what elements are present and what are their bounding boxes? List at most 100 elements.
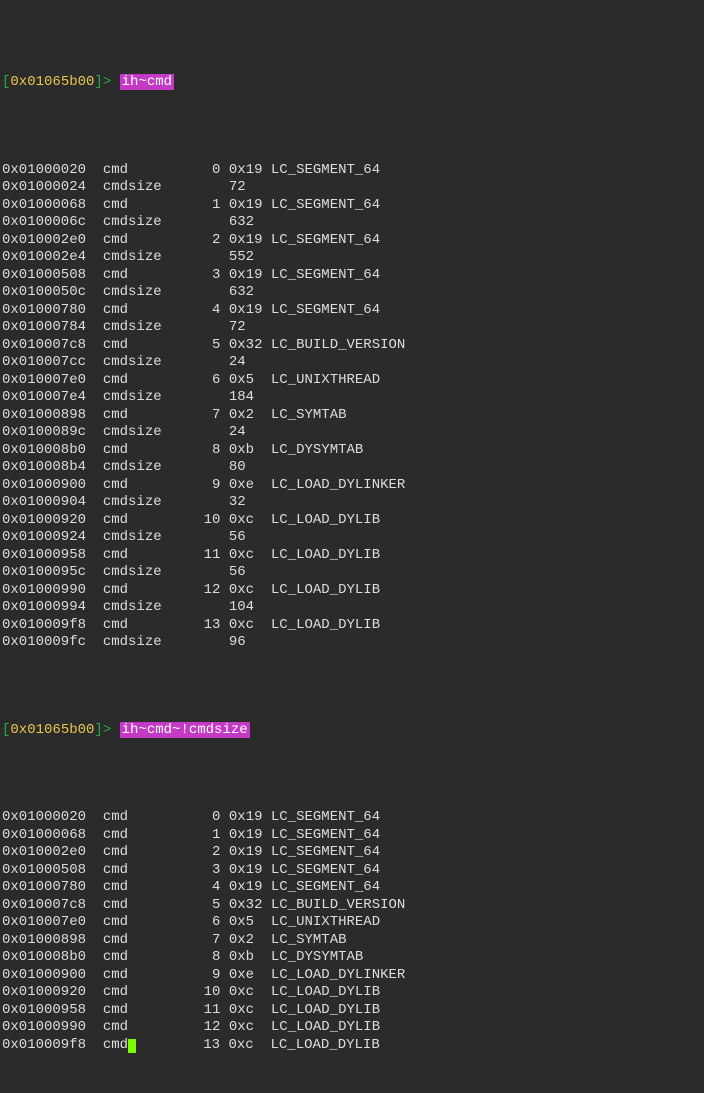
col-description: LC_LOAD_DYLINKER <box>271 477 405 493</box>
col-hex-value: 0x32 <box>229 337 263 353</box>
col-field-name: cmdsize <box>103 459 179 475</box>
col-field-name: cmd <box>103 477 179 493</box>
output-block-2: 0x01000020 cmd 0 0x19 LC_SEGMENT_64 0x010… <box>2 809 700 1054</box>
col-hex-value: 0x2 <box>229 407 263 423</box>
prompt-address: 0x01065b00 <box>10 74 94 90</box>
col-address: 0x01000958 <box>2 1002 86 1018</box>
col-description: LC_SYMTAB <box>271 407 347 423</box>
col-hex-value: 32 <box>229 494 263 510</box>
output-row: 0x01000508 cmd 3 0x19 LC_SEGMENT_64 <box>2 267 700 285</box>
col-index <box>178 389 220 405</box>
col-index: 5 <box>178 337 220 353</box>
col-address: 0x010009f8 <box>2 617 86 633</box>
output-row: 0x010007e0 cmd 6 0x5 LC_UNIXTHREAD <box>2 914 700 932</box>
col-address: 0x01000990 <box>2 1019 86 1035</box>
output-row: 0x010007cc cmdsize 24 <box>2 354 700 372</box>
output-row: 0x010007e0 cmd 6 0x5 LC_UNIXTHREAD <box>2 372 700 390</box>
prompt-line-1: [0x01065b00]> ih~cmd <box>2 74 700 92</box>
col-address: 0x01000958 <box>2 547 86 563</box>
col-address: 0x010008b0 <box>2 949 86 965</box>
col-index: 13 <box>178 617 220 633</box>
col-field-name: cmdsize <box>103 284 179 300</box>
col-hex-value: 0xc <box>228 1037 262 1053</box>
col-index: 6 <box>178 914 220 930</box>
col-hex-value: 0x19 <box>229 809 263 825</box>
col-field-name: cmdsize <box>103 249 179 265</box>
col-field-name: cmd <box>103 442 179 458</box>
col-field-name: cmd <box>103 547 179 563</box>
output-row: 0x01000994 cmdsize 104 <box>2 599 700 617</box>
col-description: LC_LOAD_DYLIB <box>271 1019 380 1035</box>
col-index <box>178 319 220 335</box>
col-description: LC_SEGMENT_64 <box>271 232 380 248</box>
col-hex-value: 0xc <box>229 547 263 563</box>
col-index: 7 <box>178 407 220 423</box>
col-index: 1 <box>178 827 220 843</box>
col-address: 0x010008b0 <box>2 442 86 458</box>
output-row: 0x01000780 cmd 4 0x19 LC_SEGMENT_64 <box>2 879 700 897</box>
col-description: LC_BUILD_VERSION <box>271 337 405 353</box>
col-hex-value: 0xc <box>229 1002 263 1018</box>
col-field-name: cmdsize <box>103 179 179 195</box>
col-address: 0x01000990 <box>2 582 86 598</box>
col-index: 8 <box>178 949 220 965</box>
output-row: 0x01000780 cmd 4 0x19 LC_SEGMENT_64 <box>2 302 700 320</box>
col-address: 0x01000020 <box>2 162 86 178</box>
col-address: 0x01000994 <box>2 599 86 615</box>
col-index <box>178 634 220 650</box>
col-field-name: cmd <box>103 407 179 423</box>
col-hex-value: 0x19 <box>229 232 263 248</box>
col-index <box>178 529 220 545</box>
col-field-name: cmd <box>103 984 179 1000</box>
col-address: 0x01000024 <box>2 179 86 195</box>
col-hex-value: 552 <box>229 249 263 265</box>
output-row: 0x010008b4 cmdsize 80 <box>2 459 700 477</box>
col-hex-value: 104 <box>229 599 263 615</box>
output-row: 0x01000924 cmdsize 56 <box>2 529 700 547</box>
col-index <box>178 424 220 440</box>
col-address: 0x0100006c <box>2 214 86 230</box>
col-field-name: cmdsize <box>103 529 179 545</box>
col-index: 3 <box>178 862 220 878</box>
col-index: 7 <box>178 932 220 948</box>
output-row: 0x010009f8 cmd 13 0xc LC_LOAD_DYLIB <box>2 617 700 635</box>
col-address: 0x01000898 <box>2 407 86 423</box>
col-index <box>178 179 220 195</box>
col-hex-value: 0xb <box>229 442 263 458</box>
col-field-name: cmdsize <box>103 599 179 615</box>
col-index: 11 <box>178 547 220 563</box>
col-address: 0x010007c8 <box>2 897 86 913</box>
col-hex-value: 24 <box>229 424 263 440</box>
output-row: 0x01000904 cmdsize 32 <box>2 494 700 512</box>
col-description: LC_LOAD_DYLIB <box>271 582 380 598</box>
col-hex-value: 24 <box>229 354 263 370</box>
col-description: LC_LOAD_DYLIB <box>271 512 380 528</box>
output-row: 0x01000898 cmd 7 0x2 LC_SYMTAB <box>2 932 700 950</box>
col-index: 9 <box>178 967 220 983</box>
col-hex-value: 0xb <box>229 949 263 965</box>
col-index: 12 <box>178 582 220 598</box>
terminal-output[interactable]: [0x01065b00]> ih~cmd 0x01000020 cmd 0 0x… <box>0 0 704 1093</box>
col-hex-value: 0x5 <box>229 914 263 930</box>
col-field-name: cmdsize <box>103 389 179 405</box>
output-row: 0x01000020 cmd 0 0x19 LC_SEGMENT_64 <box>2 809 700 827</box>
output-row: 0x0100050c cmdsize 632 <box>2 284 700 302</box>
col-field-name: cmd <box>103 197 179 213</box>
prompt-close-bracket: ] <box>94 74 102 90</box>
col-description: LC_SYMTAB <box>271 932 347 948</box>
output-row: 0x01000900 cmd 9 0xe LC_LOAD_DYLINKER <box>2 477 700 495</box>
col-index: 8 <box>178 442 220 458</box>
output-row: 0x010002e0 cmd 2 0x19 LC_SEGMENT_64 <box>2 232 700 250</box>
output-row: 0x0100095c cmdsize 56 <box>2 564 700 582</box>
col-field-name: cmd <box>103 337 179 353</box>
col-field-name: cmd <box>103 372 179 388</box>
col-hex-value: 0x19 <box>229 862 263 878</box>
col-index: 9 <box>178 477 220 493</box>
col-hex-value: 0x19 <box>229 197 263 213</box>
col-hex-value: 0xe <box>229 967 263 983</box>
col-index <box>178 494 220 510</box>
col-address: 0x01000780 <box>2 879 86 895</box>
col-hex-value: 0xc <box>229 512 263 528</box>
col-address: 0x01000924 <box>2 529 86 545</box>
col-index <box>178 564 220 580</box>
